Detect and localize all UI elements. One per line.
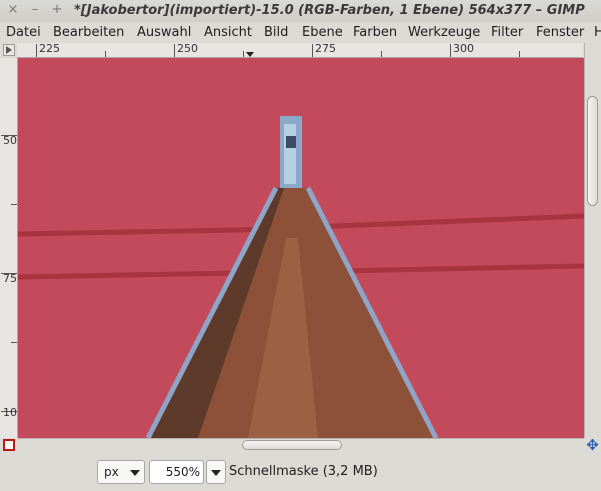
ruler-label: 75	[3, 272, 17, 285]
maximize-window-button[interactable]: +	[50, 3, 64, 17]
menu-bild[interactable]: Bild	[264, 25, 288, 40]
ruler-tick	[174, 44, 175, 57]
ruler-tick	[243, 51, 244, 57]
vertical-scrollbar-thumb[interactable]	[587, 96, 598, 206]
ruler-tick	[11, 342, 17, 343]
ruler-tick	[381, 51, 382, 57]
menu-ansicht[interactable]: Ansicht	[204, 25, 252, 40]
ruler-tick	[519, 51, 520, 57]
pointer-position-marker	[246, 52, 254, 57]
image-content	[18, 116, 584, 438]
ruler-tick	[312, 44, 313, 57]
navigate-icon[interactable]: ✥	[585, 438, 600, 453]
horizontal-scrollbar[interactable]	[18, 438, 584, 452]
minimize-window-button[interactable]: –	[28, 3, 42, 17]
vertical-scrollbar[interactable]	[584, 43, 601, 438]
menu-werkzeuge[interactable]: Werkzeuge	[408, 25, 480, 40]
menu-ebene[interactable]: Ebene	[302, 25, 343, 40]
menu-bar: Datei Bearbeiten Auswahl Ansicht Bild Eb…	[0, 22, 601, 43]
ruler-label: 100	[3, 406, 17, 419]
ruler-tick	[450, 44, 451, 57]
ruler-label: 250	[177, 43, 198, 55]
image-canvas[interactable]	[18, 58, 584, 438]
title-bar: × – + *[Jakobertor](importiert)-15.0 (RG…	[0, 0, 601, 23]
ruler-label: 275	[315, 43, 336, 55]
zoom-value: 550%	[165, 465, 200, 479]
menu-farben[interactable]: Farben	[353, 25, 397, 40]
unit-value: px	[104, 465, 119, 479]
zoom-input[interactable]: 550%	[149, 460, 204, 484]
ruler-tick	[11, 204, 17, 205]
ruler-menu-button[interactable]	[3, 44, 15, 56]
chevron-down-icon	[130, 470, 140, 476]
ruler-label: 225	[39, 43, 60, 55]
quick-mask-icon[interactable]	[3, 439, 15, 451]
spire-finial-band	[286, 136, 296, 148]
ruler-tick	[105, 51, 106, 57]
status-bar: px 550% Schnellmaske (3,2 MB)	[0, 453, 601, 491]
unit-selector[interactable]: px	[97, 460, 145, 484]
horizontal-ruler[interactable]: 225 250 275 300	[17, 43, 583, 58]
close-window-button[interactable]: ×	[6, 3, 20, 17]
menu-datei[interactable]: Datei	[6, 25, 41, 40]
horizontal-scrollbar-thumb[interactable]	[242, 440, 342, 450]
triangle-right-icon	[6, 46, 12, 54]
ruler-label: 300	[453, 43, 474, 55]
status-message: Schnellmaske (3,2 MB)	[229, 464, 378, 479]
vertical-ruler[interactable]: 50 75 100	[0, 58, 18, 438]
menu-hilfe[interactable]: H	[594, 25, 601, 40]
ruler-label: 50	[3, 134, 17, 147]
spire-finial-highlight	[284, 124, 296, 184]
chevron-down-icon	[211, 470, 221, 476]
zoom-dropdown-button[interactable]	[206, 460, 226, 484]
window-title: *[Jakobertor](importiert)-15.0 (RGB-Farb…	[74, 3, 585, 18]
ruler-tick	[36, 44, 37, 57]
menu-filter[interactable]: Filter	[491, 25, 523, 40]
menu-fenster[interactable]: Fenster	[536, 25, 584, 40]
menu-auswahl[interactable]: Auswahl	[137, 25, 191, 40]
menu-bearbeiten[interactable]: Bearbeiten	[53, 25, 124, 40]
